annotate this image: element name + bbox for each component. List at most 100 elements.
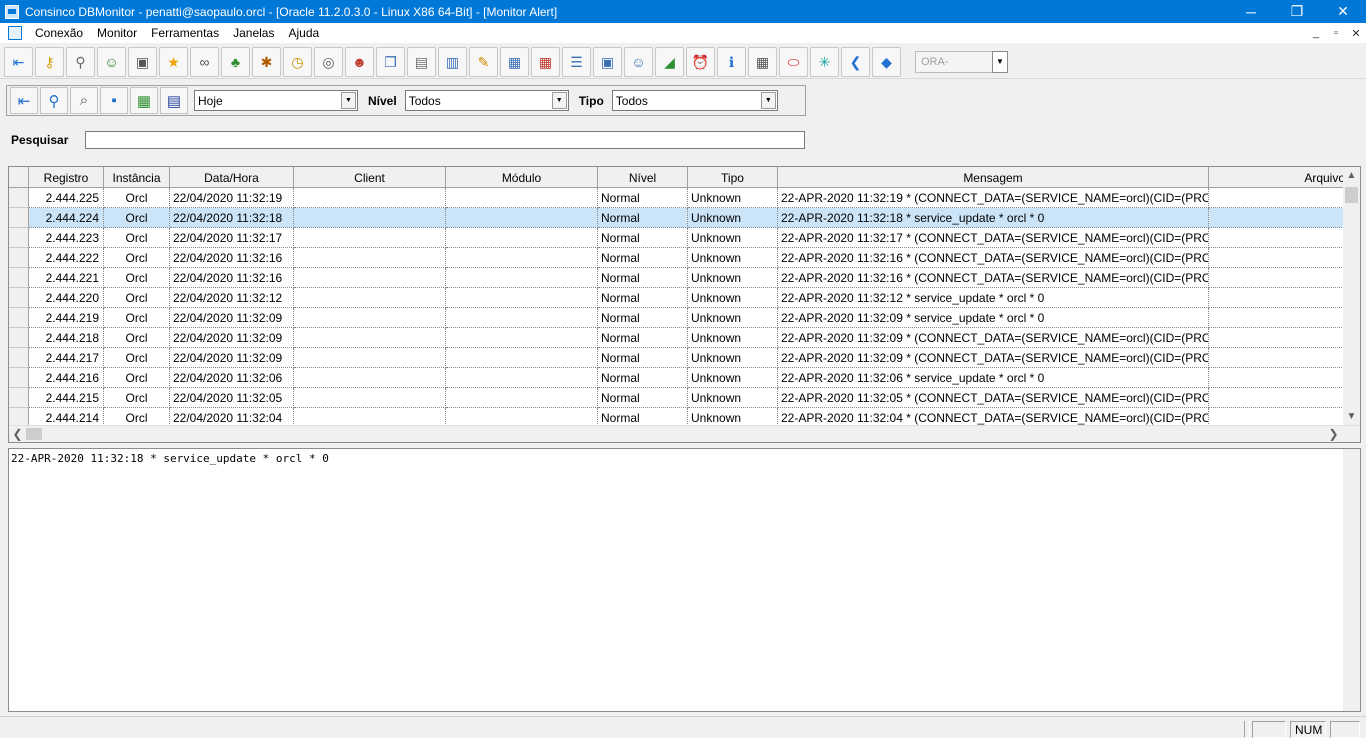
table-row[interactable]: 2.444.216 Orcl 22/04/2020 11:32:06 Normal Un… — [9, 368, 1360, 388]
table-row[interactable]: 2.444.221 Orcl 22/04/2020 11:32:16 Normal Un… — [9, 268, 1360, 288]
table-cell: 22-APR-2020 11:32:05 * (CONNECT_DATA=(SE… — [778, 388, 1209, 408]
period-select[interactable]: Hoje ▼ — [194, 90, 358, 111]
search-key-button[interactable]: ⚲ — [66, 46, 95, 77]
document-button[interactable]: ▤ — [407, 46, 436, 77]
column-header[interactable]: Tipo — [688, 167, 778, 188]
save-button[interactable]: ▪ — [100, 87, 128, 114]
horizontal-scrollbar[interactable]: ❮ ❯ — [9, 425, 1360, 442]
table-row[interactable]: 2.444.225 Orcl 22/04/2020 11:32:19 Normal Un… — [9, 188, 1360, 208]
column-header[interactable]: Mensagem — [778, 167, 1209, 188]
instance-combo[interactable]: ORA- — [915, 50, 993, 73]
nivel-dropdown-arrow[interactable]: ▼ — [551, 92, 567, 109]
column-header[interactable]: Nível — [598, 167, 688, 188]
chart-button[interactable]: ◢ — [655, 46, 684, 77]
row-indicator[interactable] — [9, 328, 29, 348]
disconnect-button[interactable]: ⇤ — [4, 46, 33, 77]
mdi-window-icon[interactable] — [8, 26, 22, 40]
users-button[interactable]: ☻ — [345, 46, 374, 77]
horizontal-scroll-thumb[interactable] — [26, 428, 42, 440]
restore-button[interactable]: ❐ — [1274, 0, 1320, 23]
row-indicator[interactable] — [9, 188, 29, 208]
row-indicator[interactable] — [9, 308, 29, 328]
table-row[interactable]: 2.444.217 Orcl 22/04/2020 11:32:09 Normal Un… — [9, 348, 1360, 368]
scroll-down-icon[interactable]: ▼ — [1343, 408, 1360, 425]
nivel-select[interactable]: Todos ▼ — [404, 90, 569, 111]
row-indicator[interactable] — [9, 348, 29, 368]
detail-scrollbar[interactable] — [1343, 449, 1360, 711]
row-indicator[interactable] — [9, 228, 29, 248]
table-row[interactable]: 2.444.220 Orcl 22/04/2020 11:32:12 Normal Un… — [9, 288, 1360, 308]
oracle-button[interactable]: ⬭ — [779, 46, 808, 77]
clock-button[interactable]: ◷ — [283, 46, 312, 77]
menu-janelas[interactable]: Janelas — [226, 26, 281, 40]
instance-dropdown-arrow[interactable]: ▼ — [992, 50, 1008, 73]
minimize-button[interactable]: ─ — [1228, 0, 1274, 23]
search-input[interactable] — [85, 131, 805, 149]
menu-ajuda[interactable]: Ajuda — [281, 26, 326, 40]
book-button[interactable]: ◆ — [872, 46, 901, 77]
people-button[interactable]: ☺ — [624, 46, 653, 77]
bug-button[interactable]: ✱ — [252, 46, 281, 77]
lock-button[interactable]: ▣ — [128, 46, 157, 77]
grid-select-button[interactable]: ▤ — [160, 87, 188, 114]
close-button[interactable]: ✕ — [1320, 0, 1366, 23]
column-header[interactable]: Instância — [104, 167, 170, 188]
row-indicator[interactable] — [9, 248, 29, 268]
sparkle-button[interactable]: ✳ — [810, 46, 839, 77]
edit-document-button[interactable]: ✎ — [469, 46, 498, 77]
period-dropdown-arrow[interactable]: ▼ — [341, 92, 356, 109]
row-indicator[interactable] — [9, 268, 29, 288]
vertical-scrollbar[interactable]: ▲ ▼ — [1343, 167, 1360, 425]
computer-button[interactable]: ▣ — [593, 46, 622, 77]
row-indicator[interactable] — [9, 208, 29, 228]
magnifier-button[interactable]: ⚲ — [40, 87, 68, 114]
scroll-right-icon[interactable]: ❯ — [1325, 426, 1342, 442]
info-button[interactable]: ℹ — [717, 46, 746, 77]
alarm-clock-button[interactable]: ⏰ — [686, 46, 715, 77]
table-cell: Unknown — [688, 288, 778, 308]
tipo-select[interactable]: Todos ▼ — [611, 90, 778, 111]
menu-monitor[interactable]: Monitor — [90, 26, 144, 40]
table-row[interactable]: 2.444.218 Orcl 22/04/2020 11:32:09 Normal Un… — [9, 328, 1360, 348]
row-indicator[interactable] — [9, 288, 29, 308]
grid-new-button[interactable]: ▦ — [130, 87, 158, 114]
column-header[interactable]: Registro — [29, 167, 104, 188]
vertical-scroll-thumb[interactable] — [1345, 187, 1358, 203]
menu-conexao[interactable]: Conexão — [28, 26, 90, 40]
star-button[interactable]: ★ — [159, 46, 188, 77]
column-header[interactable]: Arquivo Tr — [1209, 167, 1360, 188]
zoom-page-button[interactable]: ⌕ — [70, 87, 98, 114]
list-button[interactable]: ☰ — [562, 46, 591, 77]
table-row[interactable]: 2.444.215 Orcl 22/04/2020 11:32:05 Normal Un… — [9, 388, 1360, 408]
table-row[interactable]: 2.444.223 Orcl 22/04/2020 11:32:17 Normal Un… — [9, 228, 1360, 248]
calculator-button[interactable]: ▦ — [748, 46, 777, 77]
copy-button[interactable]: ❐ — [376, 46, 405, 77]
back-button[interactable]: ❮ — [841, 46, 870, 77]
column-header[interactable]: Client — [294, 167, 446, 188]
exit-button[interactable]: ⇤ — [10, 87, 38, 114]
mdi-minimize-button[interactable]: _ — [1306, 27, 1326, 40]
user-button[interactable]: ☺ — [97, 46, 126, 77]
scroll-up-icon[interactable]: ▲ — [1343, 167, 1360, 184]
calendar-button[interactable]: ▦ — [500, 46, 529, 77]
message-detail-panel[interactable]: 22-APR-2020 11:32:18 * service_update * … — [8, 448, 1361, 712]
row-indicator[interactable] — [9, 388, 29, 408]
mdi-close-button[interactable]: ✕ — [1346, 27, 1366, 40]
column-header[interactable]: Módulo — [446, 167, 598, 188]
database-button[interactable]: ◎ — [314, 46, 343, 77]
table-row[interactable]: 2.444.222 Orcl 22/04/2020 11:32:16 Normal Un… — [9, 248, 1360, 268]
key-button[interactable]: ⚷ — [35, 46, 64, 77]
row-indicator[interactable] — [9, 368, 29, 388]
mdi-restore-button[interactable]: ▫ — [1326, 27, 1346, 40]
grid-body: 2.444.225 Orcl 22/04/2020 11:32:19 Normal Un… — [9, 188, 1360, 428]
menu-ferramentas[interactable]: Ferramentas — [144, 26, 226, 40]
glasses-button[interactable]: ∞ — [190, 46, 219, 77]
scroll-left-icon[interactable]: ❮ — [9, 426, 26, 442]
column-header[interactable]: Data/Hora — [170, 167, 294, 188]
table-row[interactable]: 2.444.219 Orcl 22/04/2020 11:32:09 Normal Un… — [9, 308, 1360, 328]
calendar-red-button[interactable]: ▦ — [531, 46, 560, 77]
tipo-dropdown-arrow[interactable]: ▼ — [760, 92, 776, 109]
report-button[interactable]: ▥ — [438, 46, 467, 77]
tree-button[interactable]: ♣ — [221, 46, 250, 77]
table-row[interactable]: 2.444.224 Orcl 22/04/2020 11:32:18 Normal Un… — [9, 208, 1360, 228]
